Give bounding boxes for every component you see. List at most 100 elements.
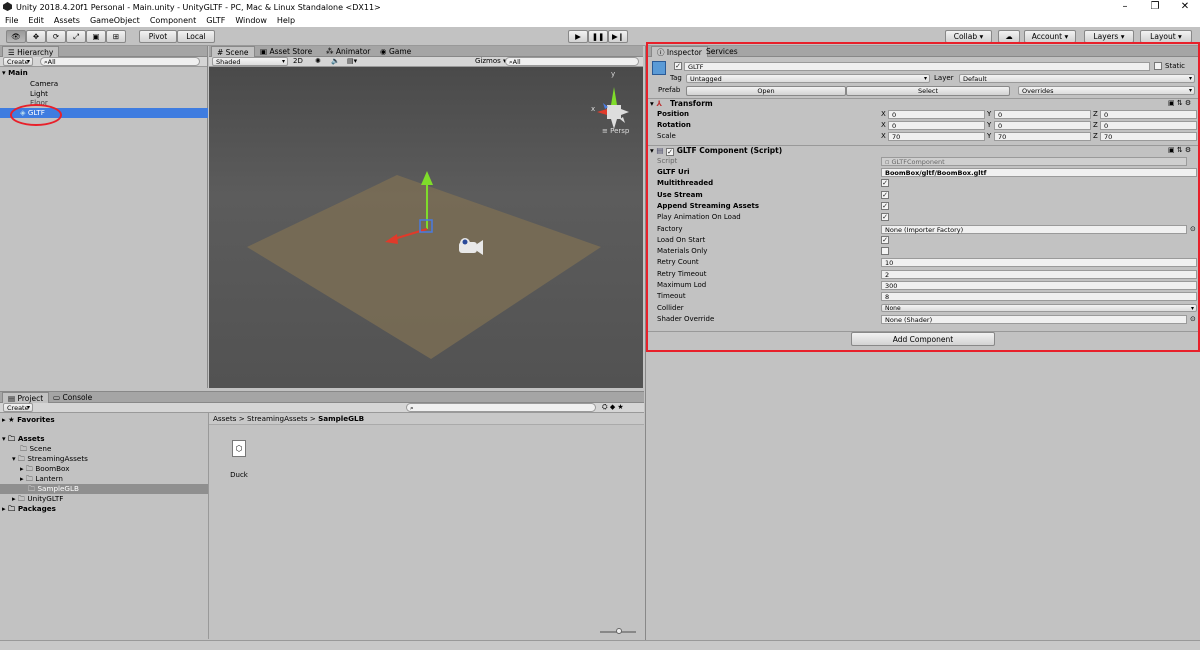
collab-label: Collab xyxy=(953,32,978,41)
scene-viewport[interactable]: y x ≡ Persp xyxy=(209,67,643,388)
menu-gltf[interactable]: GLTF xyxy=(206,16,225,25)
rect-tool-icon[interactable]: ▣ xyxy=(86,30,106,43)
menu-assets[interactable]: Assets xyxy=(54,16,80,25)
2d-toggle[interactable]: 2D xyxy=(293,57,303,66)
tab-asset-store[interactable]: ▣ Asset Store xyxy=(255,46,317,57)
menu-edit[interactable]: Edit xyxy=(28,16,44,25)
tree-scene-folder[interactable]: 🗀 Scene xyxy=(20,444,51,454)
tree-streamingassets-folder[interactable]: ▾ 🗀 StreamingAssets xyxy=(12,454,88,464)
scene-tab-label: Scene xyxy=(225,48,249,57)
hierarchy-create-dropdown[interactable]: Create xyxy=(3,57,33,66)
title-bar: Unity 2018.4.20f1 Personal - Main.unity … xyxy=(0,0,1200,14)
pivot-toggle[interactable]: Pivot xyxy=(139,30,177,43)
local-label: Local xyxy=(186,32,206,41)
highlight-circle xyxy=(10,104,62,126)
project-divider xyxy=(208,413,209,639)
minimize-icon[interactable]: – xyxy=(1110,0,1140,14)
hierarchy-toolbar: Create ⌕All xyxy=(0,57,207,67)
game-tab-label: Game xyxy=(388,47,412,56)
tree-label: UnityGLTF xyxy=(27,494,64,503)
menu-gameobject[interactable]: GameObject xyxy=(90,16,140,25)
breadcrumb-sampleglb[interactable]: SampleGLB xyxy=(318,414,364,423)
tree-boombox-folder[interactable]: ▸ 🗀 BoomBox xyxy=(20,464,69,474)
tab-animator[interactable]: ⁂ Animator xyxy=(321,46,375,57)
move-tool-icon[interactable]: ✥ xyxy=(26,30,46,43)
hierarchy-item-camera[interactable]: Camera xyxy=(30,79,58,89)
floor-plane xyxy=(247,175,601,359)
scene-graphics xyxy=(247,87,629,359)
lighting-icon[interactable]: ✺ xyxy=(315,57,321,66)
mode-label: 2D xyxy=(293,57,303,65)
orientation-gizmo xyxy=(597,87,629,129)
gizmos-dropdown[interactable]: Gizmos ▾ xyxy=(475,57,507,66)
filter-icons[interactable]: ⛭ ◆ ★ xyxy=(602,403,624,412)
restore-icon[interactable]: ❐ xyxy=(1140,0,1170,14)
tree-label: SampleGLB xyxy=(37,484,79,493)
asset-label: Duck xyxy=(230,471,248,479)
tree-unitygltf-folder[interactable]: ▸ 🗀 UnityGLTF xyxy=(12,494,63,504)
tab-game[interactable]: ◉ Game xyxy=(375,46,416,57)
menu-window[interactable]: Window xyxy=(235,16,267,25)
tree-sampleglb-folder[interactable]: 🗀 SampleGLB xyxy=(28,484,79,494)
audio-icon[interactable]: 🔈 xyxy=(331,57,340,66)
menu-help[interactable]: Help xyxy=(277,16,295,25)
asset-duck[interactable]: ⬡ Duck xyxy=(226,440,252,482)
project-tab-label: Project xyxy=(17,394,44,403)
shading-mode-dropdown[interactable]: Shaded xyxy=(212,57,288,66)
menu-file[interactable]: File xyxy=(5,16,18,25)
tab-hierarchy[interactable]: ☰ Hierarchy xyxy=(2,46,60,57)
unity-logo-icon xyxy=(3,2,12,11)
hierarchy-search-input[interactable]: ⌕All xyxy=(40,57,200,66)
hand-tool-icon[interactable]: 👁 xyxy=(6,30,26,43)
y-axis-arrow xyxy=(421,171,433,185)
account-label: Account xyxy=(1031,32,1063,41)
layers-label: Layers xyxy=(1093,32,1119,41)
scene-tabstrip: # Scene ▣ Asset Store ⁂ Animator ◉ Game xyxy=(209,46,643,57)
window-title: Unity 2018.4.20f1 Personal - Main.unity … xyxy=(16,2,381,12)
model-file-icon: ⬡ xyxy=(232,440,246,457)
gizmos-label: Gizmos xyxy=(475,57,501,65)
breadcrumb-assets[interactable]: Assets xyxy=(213,414,236,423)
scene-name: Main xyxy=(8,68,28,77)
projection-label[interactable]: ≡ Persp xyxy=(602,127,629,135)
close-icon[interactable]: ✕ xyxy=(1170,0,1200,14)
tab-project[interactable]: ▤ Project xyxy=(2,392,50,403)
gizmo-x-label: x xyxy=(591,105,596,113)
scale-tool-icon[interactable]: ⤢ xyxy=(66,30,86,43)
console-tab-label: Console xyxy=(62,393,93,402)
menu-component[interactable]: Component xyxy=(150,16,196,25)
project-panel: ▤ Project ▭ Console Create ⌕ ⛭ ◆ ★ ▸ ★ F… xyxy=(0,391,644,639)
packages-label: Packages xyxy=(17,504,56,513)
play-button[interactable]: ▶ xyxy=(568,30,588,43)
tab-scene[interactable]: # Scene xyxy=(211,46,255,57)
project-search-input[interactable]: ⌕ xyxy=(406,403,596,412)
hierarchy-panel: ☰ Hierarchy Create ⌕All ▾ Main Camera Li… xyxy=(0,46,208,388)
project-create-label: Create xyxy=(7,404,29,412)
pause-button[interactable]: ❚❚ xyxy=(588,30,608,43)
tab-console[interactable]: ▭ Console xyxy=(48,392,97,403)
project-tabstrip: ▤ Project ▭ Console xyxy=(0,392,644,403)
menu-bar: File Edit Assets GameObject Component GL… xyxy=(0,14,1200,27)
scene-root-main[interactable]: ▾ Main xyxy=(2,68,28,78)
local-toggle[interactable]: Local xyxy=(177,30,215,43)
project-toolbar: Create ⌕ ⛭ ◆ ★ xyxy=(0,403,644,413)
hierarchy-tabstrip: ☰ Hierarchy xyxy=(0,46,207,57)
packages-node[interactable]: ▸ 🗀 Packages xyxy=(2,504,56,514)
favorites-node[interactable]: ▸ ★ Favorites xyxy=(2,415,55,425)
highlight-rectangle xyxy=(646,42,1200,352)
assets-node[interactable]: ▾ 🗀 Assets xyxy=(2,434,45,444)
step-button[interactable]: ▶❙ xyxy=(608,30,628,43)
breadcrumb-streamingassets[interactable]: StreamingAssets xyxy=(247,414,308,423)
hierarchy-item-label: Camera xyxy=(30,79,59,88)
effects-icon[interactable]: ▤▾ xyxy=(347,57,357,66)
scene-search-text: All xyxy=(512,58,521,66)
project-create-dropdown[interactable]: Create xyxy=(3,403,33,412)
layout-label: Layout xyxy=(1150,32,1176,41)
tree-label: Lantern xyxy=(35,474,63,483)
transform-tool-icon[interactable]: ⊞ xyxy=(106,30,126,43)
inspector-panel: ⓘ Inspector Services ✓ GLTF Static Tag U… xyxy=(645,42,1200,640)
scene-search-input[interactable]: ⌕All xyxy=(505,57,639,66)
slider-thumb[interactable] xyxy=(616,628,622,634)
rotate-tool-icon[interactable]: ⟳ xyxy=(46,30,66,43)
tree-lantern-folder[interactable]: ▸ 🗀 Lantern xyxy=(20,474,63,484)
